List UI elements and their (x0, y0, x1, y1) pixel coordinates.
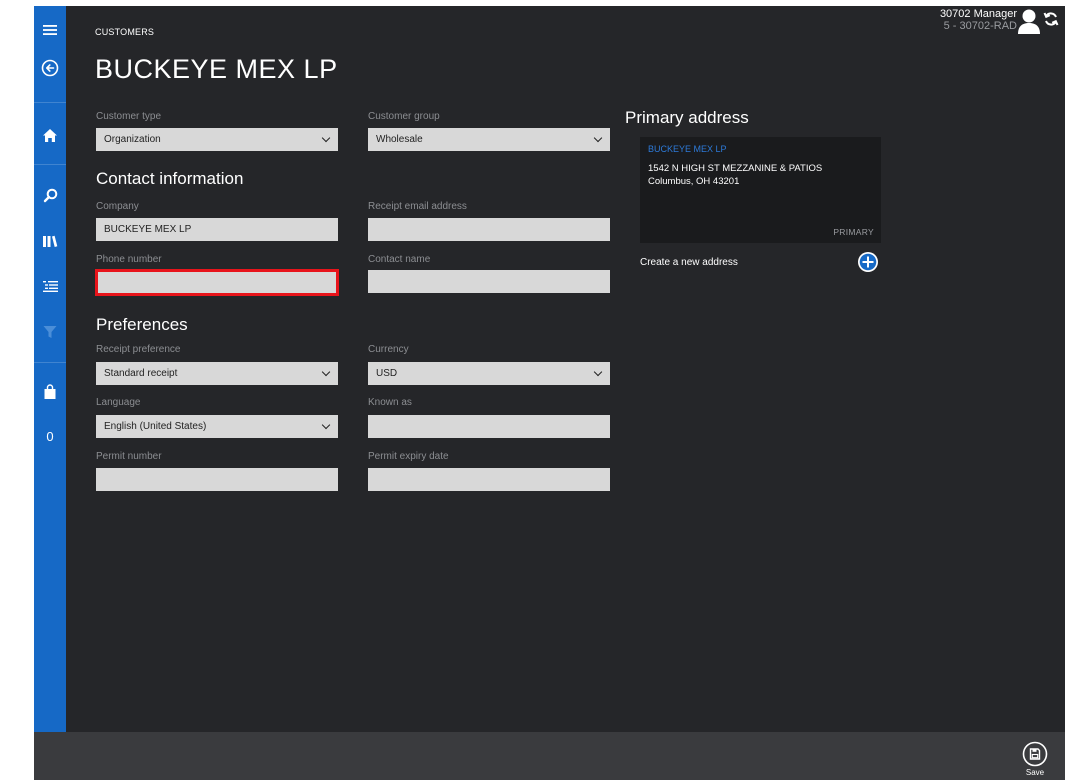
company-field[interactable]: BUCKEYE MEX LP (96, 218, 338, 241)
store-id: 5 - 30702-RAD (943, 20, 1017, 32)
sidebar-divider (34, 362, 66, 363)
back-arrow-icon[interactable] (34, 54, 66, 82)
permit-expiry-label: Permit expiry date (368, 451, 449, 462)
contact-name-field[interactable] (368, 270, 610, 293)
user-name: 30702 Manager (939, 8, 1017, 20)
create-address-link[interactable]: Create a new address (640, 257, 738, 268)
customer-group-label: Customer group (368, 111, 440, 122)
currency-select[interactable]: USD (368, 362, 610, 385)
address-name: BUCKEYE MEX LP (648, 144, 727, 154)
contact-name-label: Contact name (368, 254, 431, 265)
preferences-heading: Preferences (96, 315, 188, 334)
known-as-field[interactable] (368, 415, 610, 438)
hamburger-menu-icon[interactable] (34, 16, 66, 44)
filter-icon[interactable] (34, 318, 66, 346)
add-address-icon[interactable] (857, 251, 879, 273)
known-as-label: Known as (368, 397, 412, 408)
address-street: 1542 N HIGH ST MEZZANINE & PATIOS (648, 163, 823, 174)
sync-icon[interactable] (1043, 11, 1059, 27)
customer-group-select[interactable]: Wholesale (368, 128, 610, 151)
receipt-preference-select[interactable]: Standard receipt (96, 362, 338, 385)
customer-type-label: Customer type (96, 111, 162, 122)
address-city: Columbus, OH 43201 (648, 176, 740, 187)
avatar[interactable] (1017, 7, 1041, 35)
phone-number-field[interactable] (95, 269, 339, 296)
save-button[interactable]: Save (1020, 741, 1050, 777)
app-window: 0 30702 Manager 5 - 30702-RAD CUSTOMERS … (34, 6, 1065, 780)
company-label: Company (96, 201, 139, 212)
page-title: BUCKEYE MEX LP (95, 54, 338, 84)
language-select[interactable]: English (United States) (96, 415, 338, 438)
save-icon (1022, 741, 1048, 767)
user-info[interactable]: 30702 Manager 5 - 30702-RAD (940, 8, 1017, 32)
receipt-email-label: Receipt email address (368, 201, 467, 212)
primary-tag: PRIMARY (833, 227, 874, 237)
search-icon[interactable] (34, 181, 66, 209)
permit-number-label: Permit number (96, 451, 162, 462)
currency-label: Currency (368, 344, 409, 355)
address-card[interactable]: BUCKEYE MEX LP 1542 N HIGH ST MEZZANINE … (640, 137, 881, 243)
task-list-icon[interactable] (34, 272, 66, 300)
save-label: Save (1025, 768, 1045, 777)
breadcrumb[interactable]: CUSTOMERS (95, 27, 154, 37)
command-bar: Save (34, 732, 1065, 780)
phone-number-label: Phone number (96, 254, 162, 265)
home-icon[interactable] (34, 121, 66, 149)
sidebar-divider (34, 164, 66, 165)
products-icon[interactable] (34, 227, 66, 255)
sidebar-divider (34, 102, 66, 103)
shopping-bag-icon[interactable] (34, 378, 66, 406)
customer-type-select[interactable]: Organization (96, 128, 338, 151)
permit-number-field[interactable] (96, 468, 338, 491)
cart-count: 0 (46, 429, 54, 444)
sidebar: 0 (34, 6, 66, 732)
contact-information-heading: Contact information (96, 169, 244, 188)
language-label: Language (96, 397, 141, 408)
primary-address-heading: Primary address (625, 108, 749, 127)
permit-expiry-field[interactable] (368, 468, 610, 491)
receipt-preference-label: Receipt preference (96, 344, 181, 355)
receipt-email-field[interactable] (368, 218, 610, 241)
